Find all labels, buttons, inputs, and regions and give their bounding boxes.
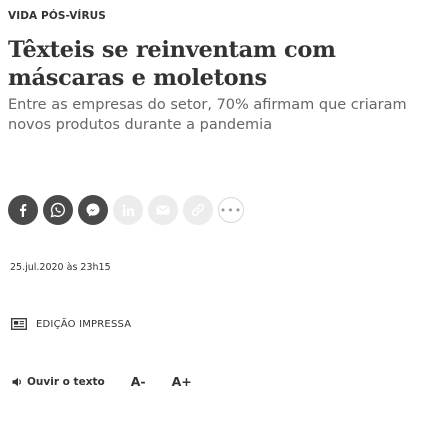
accessibility-bar: Ouvir o texto A- A+: [12, 374, 192, 389]
facebook-icon: [20, 204, 27, 217]
article-subtitle: Entre as empresas do setor, 70% afirmam …: [8, 97, 407, 133]
share-whatsapp-button[interactable]: [43, 195, 73, 225]
edition-label: EDIÇÃO IMPRESSA: [36, 318, 132, 330]
linkedin-icon: [122, 204, 134, 216]
print-edition-link[interactable]: EDIÇÃO IMPRESSA: [11, 318, 131, 330]
publish-date: 25.jul.2020 às 23h15: [10, 262, 111, 273]
listen-text-label: Ouvir o texto: [27, 375, 105, 388]
whatsapp-icon: [50, 202, 65, 218]
share-email-button[interactable]: [148, 195, 178, 225]
email-icon: [156, 205, 170, 215]
speaker-icon: [12, 377, 22, 386]
article-headline: Têxteis se reinventam com máscaras e mol…: [8, 37, 336, 91]
share-facebook-button[interactable]: [8, 195, 38, 225]
newspaper-icon: [11, 318, 27, 330]
increase-font-button[interactable]: A+: [172, 374, 192, 389]
copy-link-button[interactable]: [183, 195, 213, 225]
more-icon: •••: [219, 203, 243, 217]
share-linkedin-button[interactable]: [113, 195, 143, 225]
more-share-button[interactable]: •••: [218, 197, 244, 223]
article-kicker[interactable]: VIDA PÓS-VÍRUS: [8, 10, 106, 22]
share-messenger-button[interactable]: [78, 195, 108, 225]
copy-link-icon: [191, 203, 205, 217]
share-bar: •••: [8, 195, 244, 225]
listen-text-button[interactable]: Ouvir o texto: [12, 376, 105, 388]
messenger-icon: [86, 203, 100, 217]
decrease-font-button[interactable]: A-: [131, 374, 146, 389]
